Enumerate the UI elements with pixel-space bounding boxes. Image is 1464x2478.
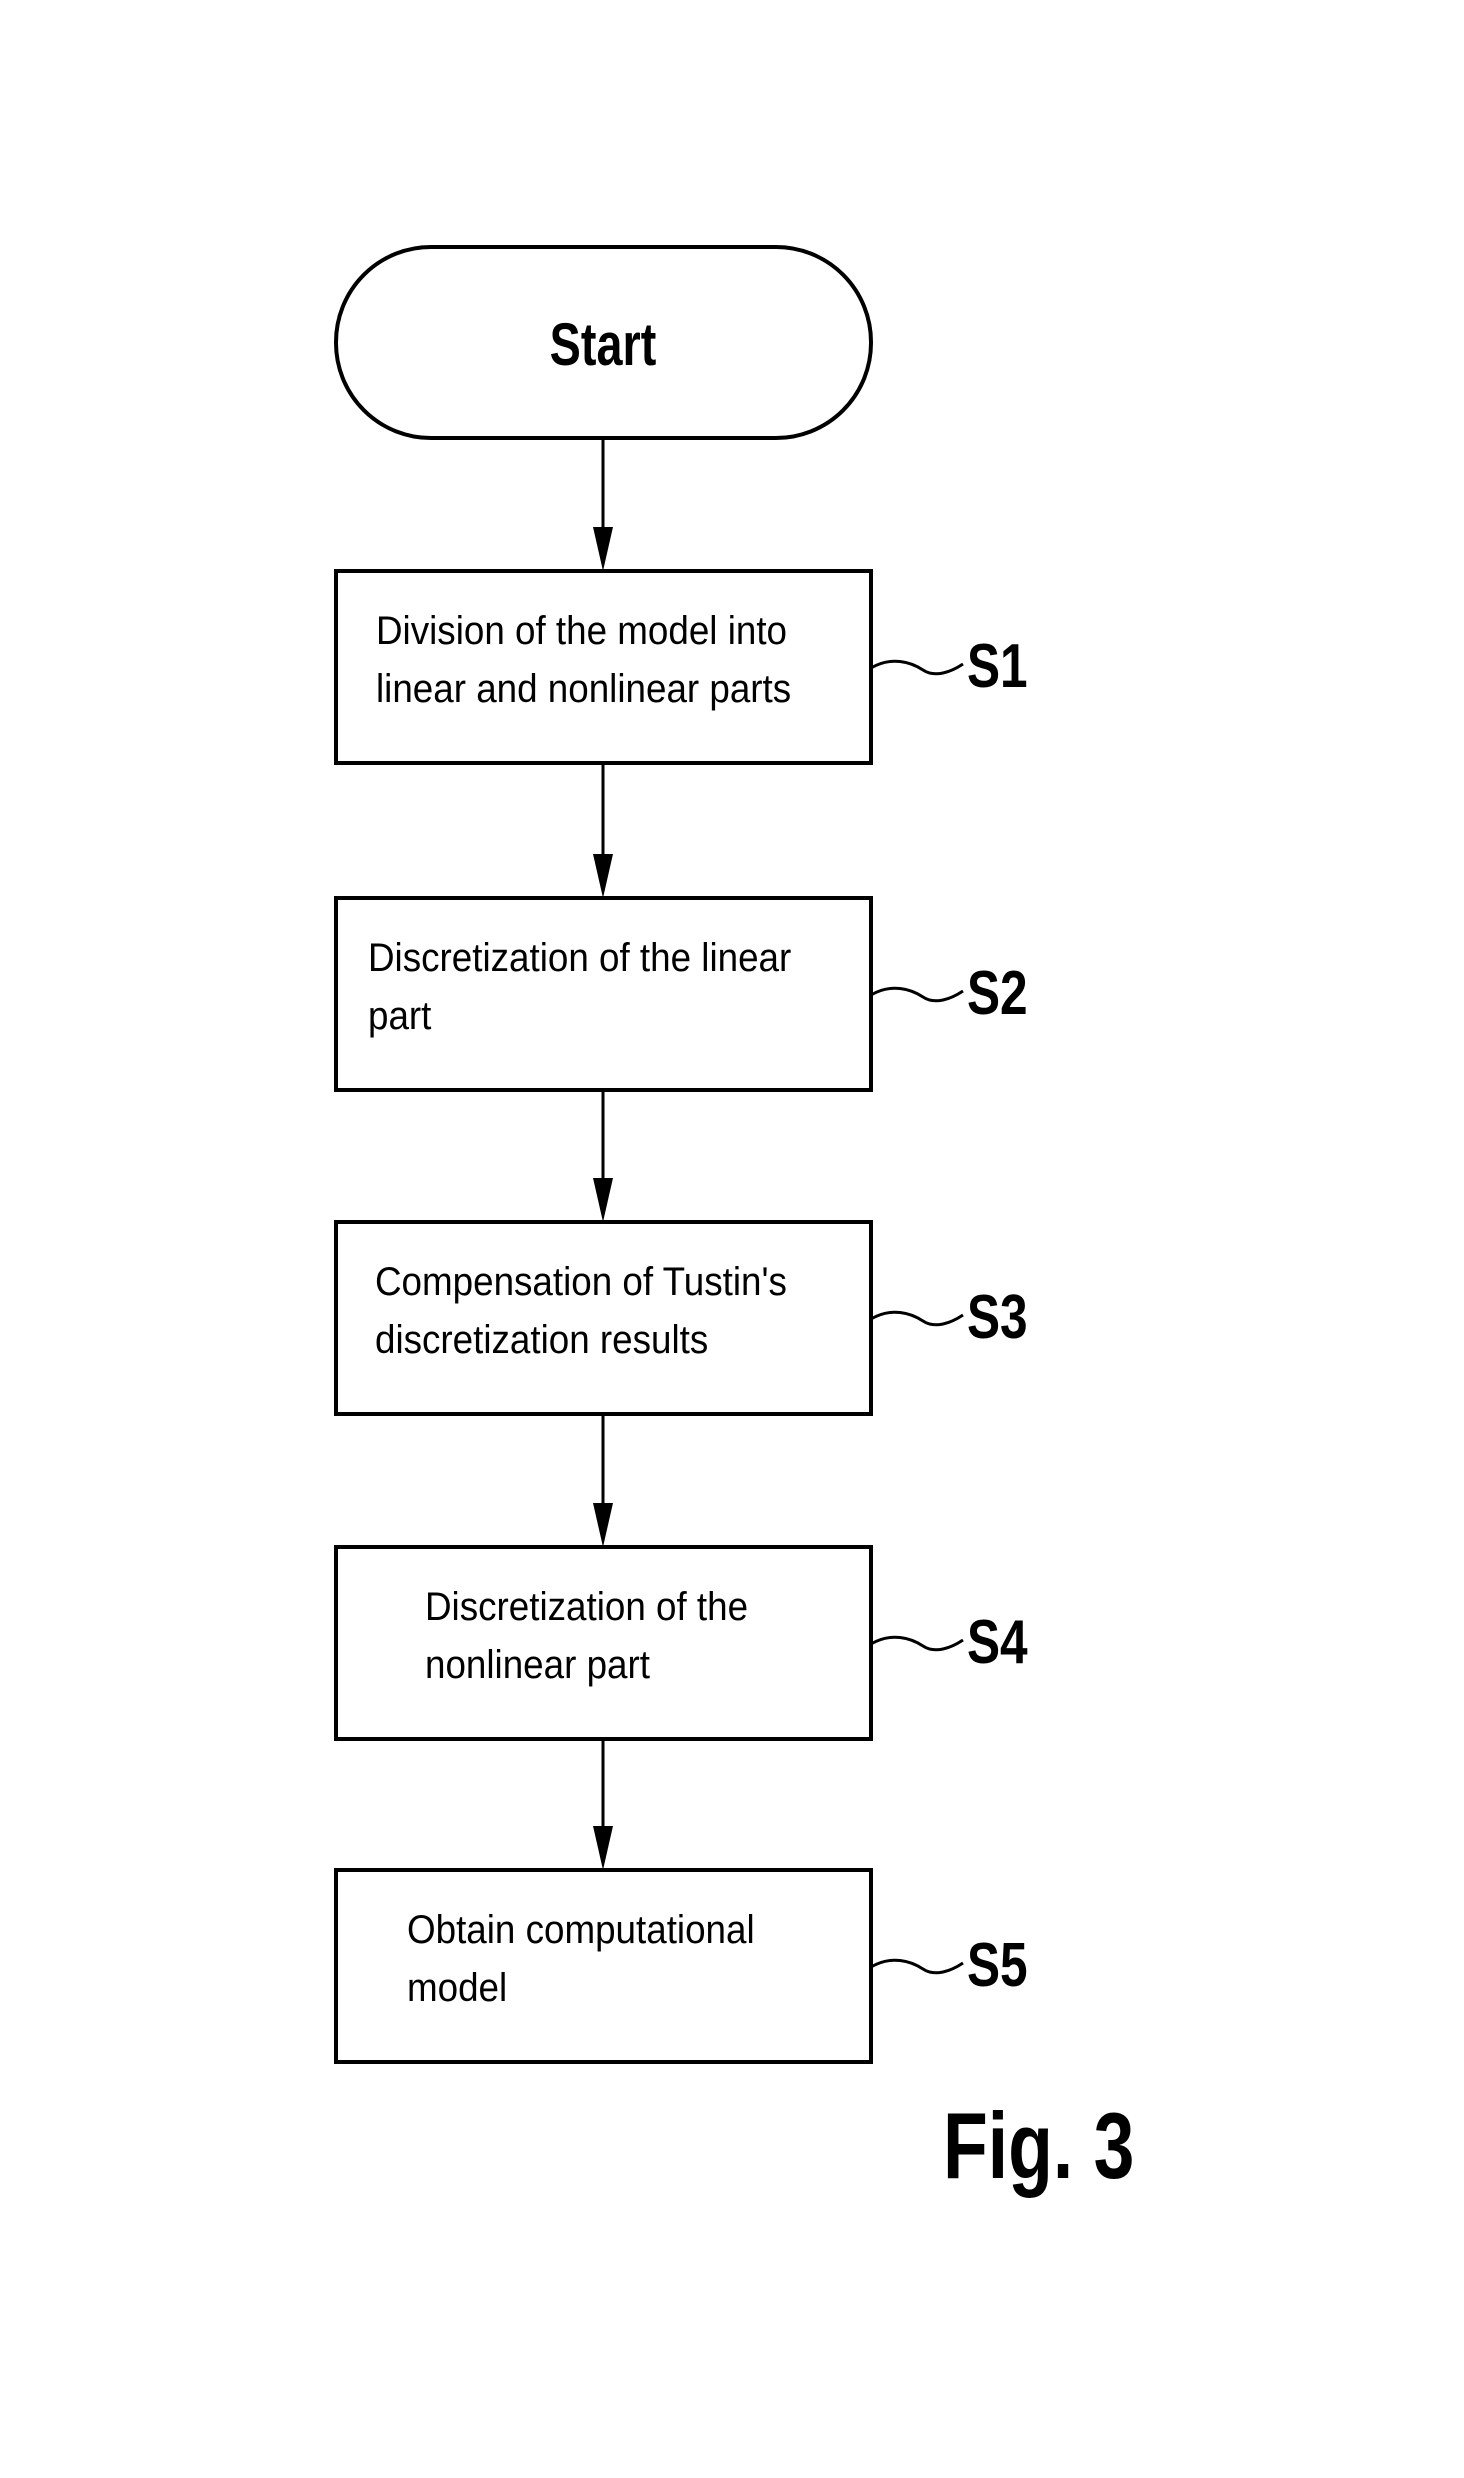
step-text-line: discretization results bbox=[375, 1318, 708, 1363]
arrowhead-icon bbox=[593, 1826, 613, 1870]
arrow-s2-to-s3 bbox=[593, 1090, 613, 1222]
start-terminator: Start bbox=[334, 245, 873, 440]
step-id-label: S1 bbox=[967, 631, 1028, 701]
step-s2: Discretization of the linear part S2 bbox=[334, 896, 1028, 1092]
step-s3: Compensation of Tustin's discretization r… bbox=[334, 1220, 1028, 1416]
arrow-s3-to-s4 bbox=[593, 1414, 613, 1547]
leader-line bbox=[870, 1958, 964, 1975]
arrowhead-icon bbox=[593, 1503, 613, 1547]
step-id-label: S2 bbox=[967, 958, 1028, 1028]
step-text-line: Discretization of the bbox=[425, 1585, 748, 1630]
step-text-line: Obtain computational bbox=[407, 1908, 755, 1953]
flowchart: Start Division of the model into linear a… bbox=[334, 245, 1134, 2198]
step-s4: Discretization of the nonlinear part S4 bbox=[334, 1545, 1028, 1741]
step-s5: Obtain computational model S5 bbox=[334, 1868, 1028, 2064]
step-text-line: Discretization of the linear bbox=[368, 936, 791, 981]
step-text-line: model bbox=[407, 1966, 507, 2011]
step-text-line: part bbox=[368, 994, 432, 1039]
arrow-s4-to-s5 bbox=[593, 1739, 613, 1870]
figure-label: Fig. 3 bbox=[943, 2093, 1134, 2198]
step-id-label: S3 bbox=[967, 1282, 1028, 1352]
step-id-label: S4 bbox=[967, 1607, 1028, 1677]
arrow-start-to-s1 bbox=[593, 438, 613, 571]
step-text-line: Division of the model into bbox=[376, 609, 787, 654]
leader-line bbox=[870, 986, 964, 1003]
arrowhead-icon bbox=[593, 527, 613, 571]
arrow-s1-to-s2 bbox=[593, 763, 613, 898]
step-id-label: S5 bbox=[967, 1930, 1028, 2000]
steps: Division of the model into linear and non… bbox=[334, 569, 1028, 2064]
arrowhead-icon bbox=[593, 1178, 613, 1222]
step-s1: Division of the model into linear and non… bbox=[334, 569, 1028, 765]
step-text-line: nonlinear part bbox=[425, 1643, 650, 1688]
leader-line bbox=[870, 1310, 964, 1327]
leader-line bbox=[870, 659, 964, 676]
arrowhead-icon bbox=[593, 854, 613, 898]
start-label: Start bbox=[550, 311, 657, 378]
leader-line bbox=[870, 1635, 964, 1652]
step-text-line: linear and nonlinear parts bbox=[376, 667, 791, 712]
step-text-line: Compensation of Tustin's bbox=[375, 1260, 787, 1305]
